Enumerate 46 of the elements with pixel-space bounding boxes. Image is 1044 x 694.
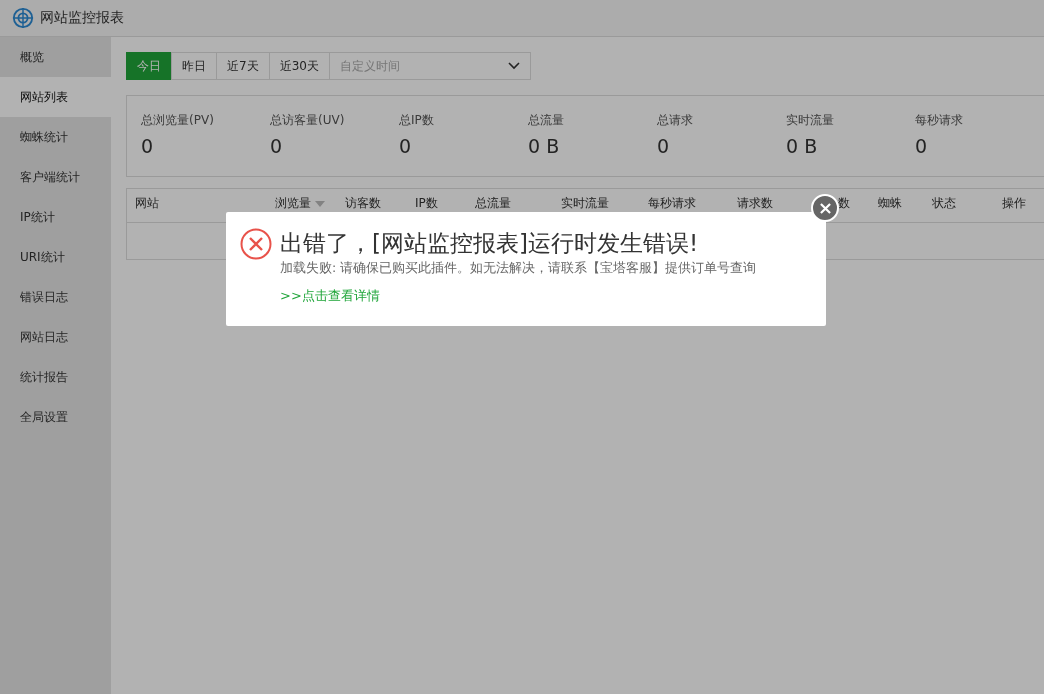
close-icon — [819, 202, 831, 214]
stat-label: 实时流量 — [786, 112, 835, 129]
stat-label: 总浏览量(PV) — [141, 112, 215, 129]
sidebar-item[interactable]: 客户端统计 — [0, 157, 111, 197]
sidebar-item[interactable]: IP统计 — [0, 197, 111, 237]
column-header[interactable]: 网站 — [135, 195, 159, 212]
sidebar-item[interactable]: 网站日志 — [0, 317, 111, 357]
column-header[interactable]: 操作 — [1002, 195, 1026, 212]
column-header[interactable]: 浏览量 — [275, 195, 311, 212]
range-tab[interactable]: 近7天 — [216, 52, 269, 80]
close-button[interactable] — [811, 194, 839, 222]
column-header[interactable]: IP数 — [415, 195, 438, 212]
sidebar-item[interactable]: 统计报告 — [0, 357, 111, 397]
stat-value: 0 B — [786, 135, 819, 157]
column-header[interactable]: 请求数 — [737, 195, 773, 212]
stat-label: 总访客量(UV) — [270, 112, 346, 129]
column-header[interactable]: 蜘蛛 — [878, 195, 902, 212]
error-icon — [240, 228, 272, 260]
dialog-title: 出错了，[网站监控报表]运行时发生错误! — [280, 229, 700, 258]
sidebar-item[interactable]: 蜘蛛统计 — [0, 117, 111, 157]
stat-label: 总IP数 — [399, 112, 435, 129]
column-header[interactable]: 每秒请求 — [648, 195, 696, 212]
sidebar-item[interactable]: 错误日志 — [0, 277, 111, 317]
window-title: 网站监控报表 — [40, 9, 124, 27]
column-header[interactable]: 状态 — [932, 195, 956, 212]
chevron-down-icon — [507, 62, 520, 70]
sidebar-item[interactable]: URI统计 — [0, 237, 111, 277]
column-header[interactable]: 数 — [838, 195, 850, 212]
stat-label: 每秒请求 — [915, 112, 964, 129]
sidebar-item[interactable]: 全局设置 — [0, 397, 111, 437]
sidebar-item[interactable]: 网站列表 — [0, 77, 111, 117]
stat-value: 0 — [141, 135, 155, 157]
stat-value: 0 — [657, 135, 671, 157]
sidebar-item[interactable]: 概览 — [0, 37, 111, 77]
stat-value: 0 — [270, 135, 284, 157]
column-header[interactable]: 实时流量 — [561, 195, 609, 212]
stat-value: 0 — [915, 135, 929, 157]
range-tab[interactable]: 昨日 — [171, 52, 216, 80]
column-header[interactable]: 访客数 — [345, 195, 381, 212]
stat-label: 总流量 — [528, 112, 565, 129]
stat-label: 总请求 — [657, 112, 694, 129]
stat-value: 0 B — [528, 135, 561, 157]
stat-value: 0 — [399, 135, 413, 157]
column-header[interactable]: 总流量 — [475, 195, 511, 212]
dialog-message: 加载失败: 请确保已购买此插件。如无法解决，请联系【宝塔客服】提供订单号查询 — [280, 260, 757, 277]
range-tab[interactable]: 近30天 — [268, 52, 329, 80]
